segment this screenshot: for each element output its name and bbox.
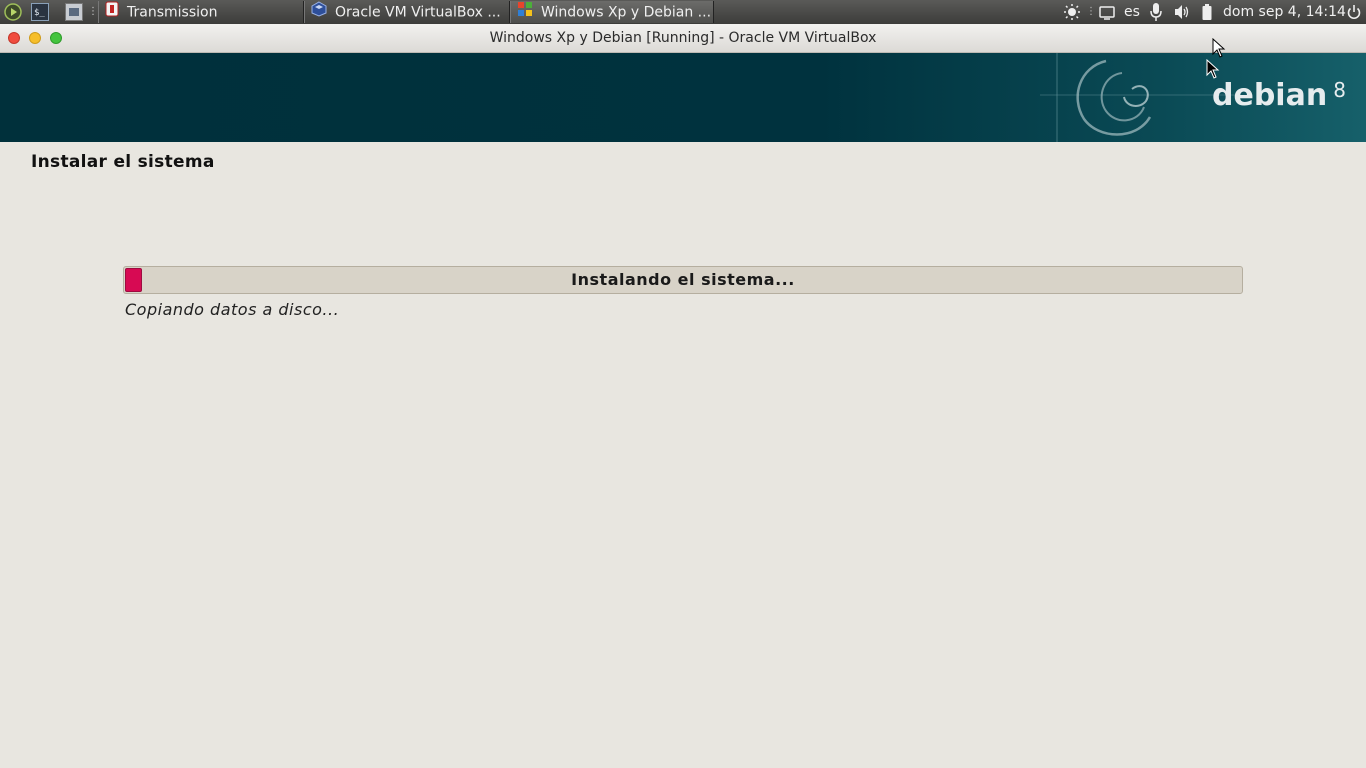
svg-text:$_: $_: [34, 8, 45, 18]
tray-handle-icon: ⋮: [1086, 6, 1096, 17]
taskbar-item-label: Transmission: [127, 4, 218, 21]
progress-label: Instalando el sistema...: [571, 270, 795, 289]
battery-icon[interactable]: [1201, 0, 1213, 24]
installer-banner: debian 8: [0, 53, 1366, 142]
windows-icon: [517, 1, 533, 23]
window-titlebar[interactable]: Windows Xp y Debian [Running] - Oracle V…: [0, 24, 1366, 53]
mouse-cursor-icon: [1212, 38, 1226, 58]
power-icon[interactable]: [1346, 0, 1362, 24]
debian-logo: debian 8: [1212, 71, 1346, 121]
clock[interactable]: dom sep 4, 14:14: [1223, 0, 1346, 24]
taskbar-item-label: Windows Xp y Debian ...: [541, 4, 712, 21]
display-icon[interactable]: [1099, 0, 1115, 24]
launcher-handle-icon[interactable]: ⋮: [88, 0, 98, 24]
files-launcher-icon[interactable]: [65, 3, 83, 21]
install-progress-bar: Instalando el sistema...: [123, 266, 1243, 294]
taskbar-item-virtualbox[interactable]: Oracle VM VirtualBox ...: [304, 1, 510, 23]
debian-logo-text: debian: [1212, 78, 1328, 113]
page-title: Instalar el sistema: [31, 152, 215, 172]
taskbar-item-windows-xp-debian[interactable]: Windows Xp y Debian ...: [510, 1, 714, 23]
brightness-icon[interactable]: [1064, 0, 1080, 24]
guest-cursor-icon: [1206, 59, 1220, 79]
menu-launcher-icon[interactable]: [4, 3, 22, 21]
window-title: Windows Xp y Debian [Running] - Oracle V…: [489, 30, 877, 46]
terminal-launcher-icon[interactable]: $_: [31, 3, 49, 21]
transmission-icon: [105, 1, 119, 23]
virtualbox-icon: [311, 1, 327, 23]
top-panel: $_ ⋮ Transmission Oracle VM VirtualBox .…: [0, 0, 1366, 24]
debian-version: 8: [1333, 78, 1346, 102]
taskbar-item-transmission[interactable]: Transmission: [98, 1, 304, 23]
status-text: Copiando datos a disco...: [125, 300, 340, 319]
volume-icon[interactable]: [1174, 0, 1190, 24]
taskbar-item-label: Oracle VM VirtualBox ...: [335, 4, 501, 21]
keyboard-layout-indicator[interactable]: es: [1124, 0, 1140, 24]
microphone-icon[interactable]: [1149, 0, 1163, 24]
